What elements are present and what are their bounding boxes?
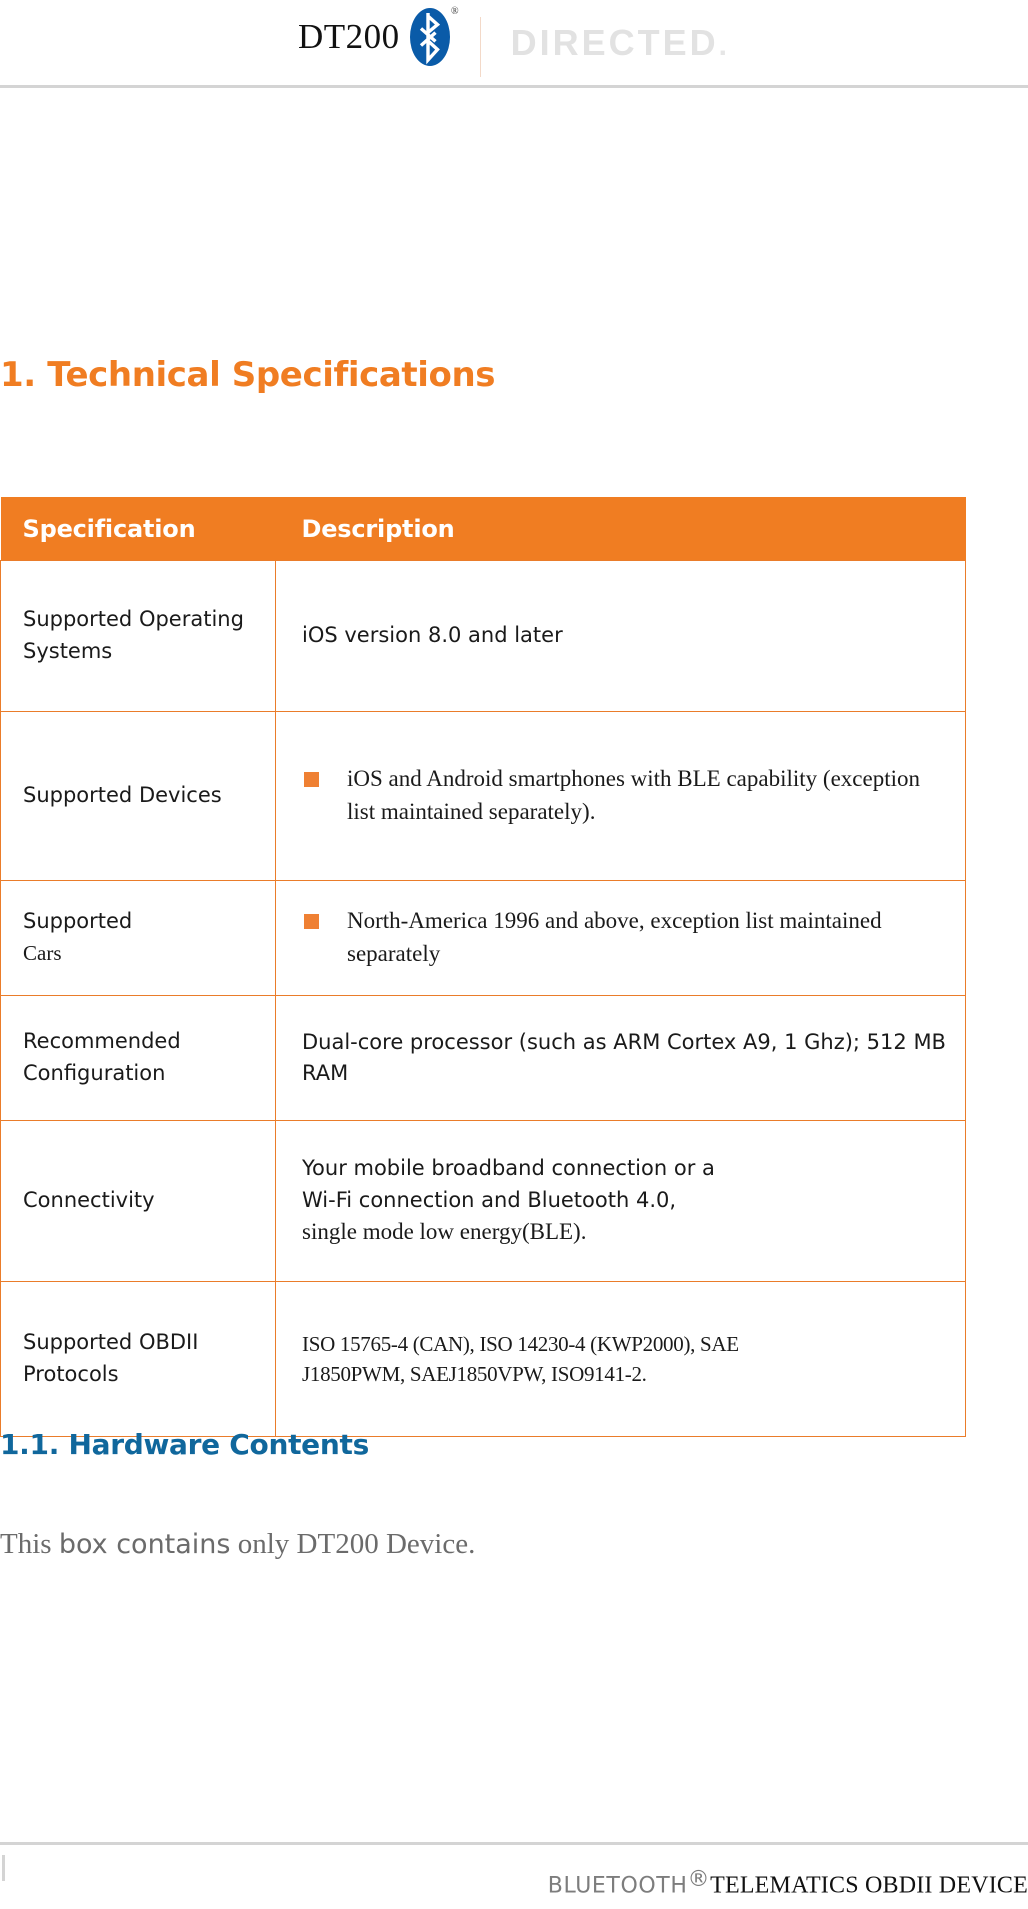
directed-wordmark: DIRECTED: [510, 21, 719, 63]
cell-description: North-America 1996 and above, exception …: [275, 880, 966, 996]
cell-description: ISO 15765-4 (CAN), ISO 14230-4 (KWP2000)…: [275, 1281, 966, 1437]
cell-specification-line-1: Supported: [23, 909, 133, 934]
footer-bluetooth-label: BLUETOOTH: [547, 1873, 688, 1899]
bullet-list-item: iOS and Android smartphones with BLE cap…: [302, 763, 947, 828]
bullet-text: North-America 1996 and above, exception …: [347, 908, 882, 966]
cell-specification: Supported OBDII Protocols: [0, 1281, 276, 1437]
footer-caption: BLUETOOTH®TELEMATICS OBDII DEVICE: [548, 1867, 1028, 1899]
page-title: 1. Technical Specifications: [0, 355, 496, 395]
directed-logo-dot: .: [718, 28, 730, 62]
header-logo-row: DT200 ® DIRECTED.: [0, 0, 1028, 85]
directed-logo: DIRECTED.: [510, 21, 730, 63]
table-row: Supported Operating Systems iOS version …: [0, 560, 966, 712]
cell-specification: Supported Operating Systems: [0, 560, 276, 712]
column-header-description: Description: [275, 497, 966, 561]
table-row: Supported Cars North-America 1996 and ab…: [0, 880, 966, 996]
cell-description: Your mobile broadband connection or a Wi…: [275, 1120, 966, 1282]
square-bullet-icon: [304, 914, 319, 930]
cell-description-line-1: ISO 15765-4 (CAN), ISO 14230-4 (KWP2000)…: [302, 1331, 739, 1356]
cell-specification: Connectivity: [0, 1120, 276, 1282]
table-row: Recommended Configuration Dual-core proc…: [0, 995, 966, 1121]
column-header-specification: Specification: [0, 497, 276, 561]
bullet-text: iOS and Android smartphones with BLE cap…: [347, 766, 920, 824]
square-bullet-icon: [304, 772, 319, 788]
cell-description-line-2: J1850PWM, SAEJ1850VPW, ISO9141-2.: [302, 1362, 647, 1386]
specifications-table: Specification Description Supported Oper…: [0, 497, 966, 1437]
table-header-row: Specification Description: [0, 497, 966, 561]
footer-left-marker: [2, 1855, 5, 1881]
section-title-hardware-contents: 1.1. Hardware Contents: [0, 1428, 369, 1461]
cell-description-line-1: Your mobile broadband connection or a: [302, 1156, 715, 1181]
cell-description-line-3: single mode low energy(BLE).: [302, 1219, 587, 1245]
cell-specification-line-2: Cars: [23, 941, 62, 965]
page-footer: BLUETOOTH®TELEMATICS OBDII DEVICE: [0, 1842, 1028, 1909]
cell-description: Dual-core processor (such as ARM Cortex …: [275, 995, 966, 1121]
bullet-list-item: North-America 1996 and above, exception …: [302, 905, 947, 970]
header-divider: [479, 16, 481, 77]
cell-description-line-2: Wi-Fi connection and Bluetooth 4.0,: [302, 1187, 677, 1212]
table-row: Supported Devices iOS and Android smartp…: [0, 711, 966, 881]
footer-registered-mark-icon: ®: [687, 1867, 711, 1892]
paragraph-segment-1: This: [0, 1528, 59, 1560]
cell-specification: Supported Devices: [0, 711, 276, 881]
bluetooth-icon: ®: [409, 6, 459, 66]
paragraph-segment-3: only DT200 Device.: [230, 1528, 476, 1560]
footer-device-label: TELEMATICS OBDII DEVICE: [710, 1872, 1028, 1899]
hardware-contents-paragraph: This box contains only DT200 Device.: [0, 1528, 900, 1561]
table-row: Connectivity Your mobile broadband conne…: [0, 1120, 966, 1282]
dt200-wordmark: DT200: [297, 17, 400, 56]
registered-mark-icon: ®: [451, 5, 459, 17]
paragraph-segment-2: box contains: [58, 1529, 231, 1560]
cell-specification: Supported Cars: [0, 880, 276, 996]
cell-description: iOS and Android smartphones with BLE cap…: [275, 711, 966, 881]
table-row: Supported OBDII Protocols ISO 15765-4 (C…: [0, 1281, 966, 1437]
dt200-logo: DT200 ®: [297, 6, 459, 66]
cell-specification: Recommended Configuration: [0, 995, 276, 1121]
bluetooth-icon-glyph: [419, 12, 440, 64]
page-header: DT200 ® DIRECTED.: [0, 0, 1028, 88]
cell-description: iOS version 8.0 and later: [275, 560, 966, 712]
